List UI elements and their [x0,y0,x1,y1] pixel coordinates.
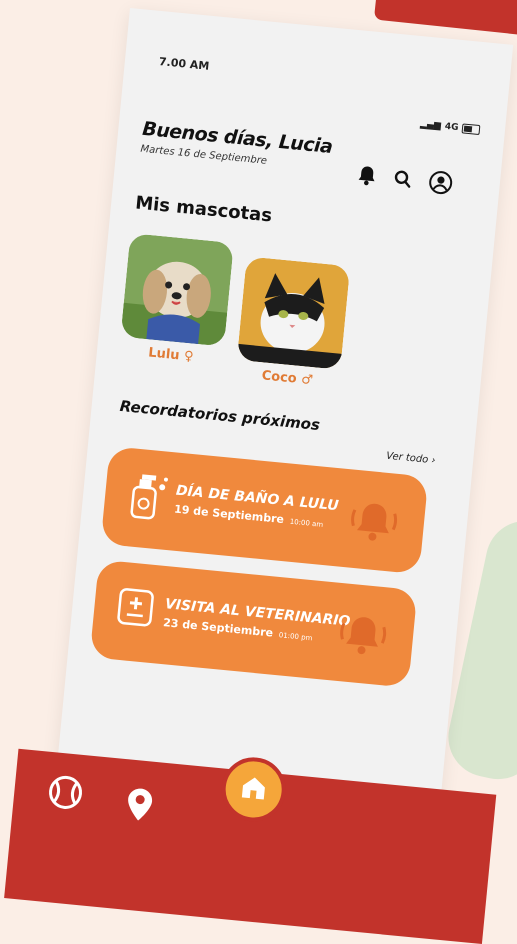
search-icon[interactable] [393,169,413,189]
reminders-title: Recordatorios próximos [118,396,321,435]
home-icon [238,773,269,806]
female-icon: ♀ [183,348,195,365]
pet-photo-lulu[interactable] [120,233,234,347]
pet-name-lulu: Lulu ♀ [147,345,195,365]
pet-name-coco: Coco ♂ [260,368,314,389]
header-actions [356,163,454,196]
pet-card-coco[interactable]: Coco ♂ [235,256,351,390]
medical-kit-icon [114,586,156,633]
pets-title: Mis mascotas [134,192,273,227]
user-icon[interactable] [428,169,454,195]
status-bar-right: ▂▄▆ 4G [419,119,481,136]
shampoo-icon [125,472,170,526]
ball-icon[interactable] [44,772,86,817]
bell-icon[interactable] [348,496,401,550]
pet-card-lulu[interactable]: Lulu ♀ [118,233,234,367]
bell-icon[interactable] [356,164,378,188]
status-time: 7.00 AM [158,55,210,73]
network-label: 4G [444,121,459,134]
reminder-card-bath[interactable]: DÍA DE BAÑO A LULU 19 de Septiembre 10:00… [100,446,429,575]
reminder-time: 01:00 pm [278,631,313,643]
location-icon[interactable] [124,785,156,827]
bell-icon[interactable] [337,609,390,663]
phone-screen: 7.00 AM ▂▄▆ 4G Buenos días, Lucia Martes… [4,8,514,944]
signal-icon: ▂▄▆ [419,119,442,132]
pet-photo-coco[interactable] [236,256,351,370]
battery-icon [461,123,481,136]
reminder-time: 10:00 am [289,517,324,529]
see-all-link[interactable]: Ver todo › [386,451,436,467]
male-icon: ♂ [300,372,314,389]
reminder-card-vet[interactable]: VISITA AL VETERINARIO 23 de Septiembre 01… [89,559,418,688]
